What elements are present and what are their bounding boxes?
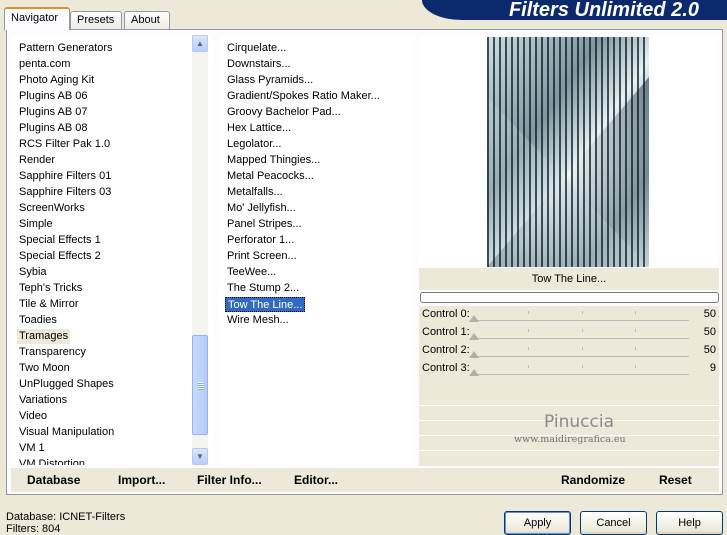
preview-area bbox=[419, 35, 719, 267]
filter-item[interactable]: Glass Pyramids... bbox=[225, 73, 315, 88]
slider-knob[interactable] bbox=[469, 369, 479, 376]
cancel-button[interactable]: Cancel bbox=[580, 511, 647, 535]
category-item[interactable]: Plugins AB 06 bbox=[17, 89, 90, 104]
apply-button[interactable]: Apply bbox=[504, 511, 571, 535]
filter-item[interactable]: Wire Mesh... bbox=[225, 313, 291, 328]
category-item[interactable]: Two Moon bbox=[17, 361, 72, 376]
watermark-name: Pinuccia bbox=[544, 412, 614, 432]
filter-list[interactable]: Cirquelate... Downstairs... Glass Pyramids… bbox=[219, 35, 415, 465]
progress-bar bbox=[420, 292, 719, 303]
scroll-thumb[interactable] bbox=[192, 335, 208, 435]
filter-info-button[interactable]: Filter Info... bbox=[197, 473, 262, 487]
category-item[interactable]: Plugins AB 07 bbox=[17, 105, 90, 120]
control-slider[interactable] bbox=[469, 329, 689, 340]
category-item[interactable]: Render bbox=[17, 153, 57, 168]
control-slider[interactable] bbox=[469, 365, 689, 376]
control-row: Control 0: 50 bbox=[419, 306, 719, 324]
filter-item[interactable]: Metal Peacocks... bbox=[225, 169, 316, 184]
category-item[interactable]: Special Effects 1 bbox=[17, 233, 103, 248]
control-value: 50 bbox=[703, 308, 716, 320]
help-button[interactable]: Help bbox=[656, 511, 723, 535]
empty-control-row bbox=[419, 392, 719, 406]
filter-item[interactable]: TeeWee... bbox=[225, 265, 278, 280]
watermark-url: www.maidiregrafica.eu bbox=[514, 434, 626, 445]
slider-knob[interactable] bbox=[469, 315, 479, 322]
category-item[interactable]: penta.com bbox=[17, 57, 72, 72]
slider-knob[interactable] bbox=[469, 351, 479, 358]
control-value: 50 bbox=[703, 326, 716, 338]
tab-presets[interactable]: Presets bbox=[70, 11, 122, 29]
filter-item[interactable]: Legolator... bbox=[225, 137, 283, 152]
tab-about[interactable]: About bbox=[124, 11, 170, 29]
control-row: Control 1: 50 bbox=[419, 324, 719, 342]
app-title-banner: Filters Unlimited 2.0 bbox=[422, 0, 727, 20]
category-item[interactable]: Toadies bbox=[17, 313, 59, 328]
category-item[interactable]: Pattern Generators bbox=[17, 41, 115, 56]
category-list[interactable]: Pattern Generators penta.com Photo Aging K… bbox=[11, 35, 213, 465]
filter-item[interactable]: Print Screen... bbox=[225, 249, 299, 264]
control-value: 9 bbox=[709, 362, 716, 374]
tab-navigator[interactable]: Navigator bbox=[4, 7, 70, 30]
category-item[interactable]: Transparency bbox=[17, 345, 88, 360]
reset-button[interactable]: Reset bbox=[659, 473, 692, 487]
database-button[interactable]: Database bbox=[27, 473, 80, 487]
control-label: Control 0: bbox=[422, 308, 470, 320]
list-actions-bar: Database Import... Filter Info... Editor… bbox=[11, 468, 419, 492]
filter-item[interactable]: Tow The Line... bbox=[225, 297, 306, 312]
control-slider[interactable] bbox=[469, 311, 689, 322]
category-item[interactable]: VM 1 bbox=[17, 441, 47, 456]
filter-item[interactable]: Cirquelate... bbox=[225, 41, 288, 56]
scroll-down-button[interactable]: ▼ bbox=[192, 448, 208, 465]
control-slider[interactable] bbox=[469, 347, 689, 358]
category-item[interactable]: Tramages bbox=[17, 329, 71, 344]
control-value: 50 bbox=[703, 344, 716, 356]
filter-item[interactable]: Groovy Bachelor Pad... bbox=[225, 105, 343, 120]
filter-item[interactable]: Hex Lattice... bbox=[225, 121, 293, 136]
status-database: Database: ICNET-Filters bbox=[6, 511, 126, 523]
control-row: Control 2: 50 bbox=[419, 342, 719, 360]
selected-filter-name: Tow The Line... bbox=[419, 268, 719, 290]
status-filters: Filters: 804 bbox=[6, 523, 61, 535]
category-item[interactable]: Teph's Tricks bbox=[17, 281, 84, 296]
editor-button[interactable]: Editor... bbox=[294, 473, 338, 487]
category-item[interactable]: Sapphire Filters 01 bbox=[17, 169, 113, 184]
category-scrollbar[interactable]: ▲ ▼ bbox=[192, 35, 208, 465]
category-item[interactable]: Sybia bbox=[17, 265, 49, 280]
filter-item[interactable]: Mapped Thingies... bbox=[225, 153, 322, 168]
control-label: Control 1: bbox=[422, 326, 470, 338]
control-label: Control 3: bbox=[422, 362, 470, 374]
category-item[interactable]: Plugins AB 08 bbox=[17, 121, 90, 136]
category-item[interactable]: Video bbox=[17, 409, 49, 424]
filter-item[interactable]: Metalfalls... bbox=[225, 185, 285, 200]
category-item[interactable]: RCS Filter Pak 1.0 bbox=[17, 137, 112, 152]
main-panel: Pattern Generators penta.com Photo Aging K… bbox=[6, 29, 723, 495]
category-item[interactable]: Sapphire Filters 03 bbox=[17, 185, 113, 200]
category-item[interactable]: Special Effects 2 bbox=[17, 249, 103, 264]
slider-knob[interactable] bbox=[469, 333, 479, 340]
filter-item[interactable]: Gradient/Spokes Ratio Maker... bbox=[225, 89, 382, 104]
control-actions-bar: Randomize Reset bbox=[419, 468, 719, 492]
grip-icon bbox=[198, 382, 204, 390]
preview-image bbox=[487, 37, 649, 267]
filter-item[interactable]: The Stump 2... bbox=[225, 281, 301, 296]
controls-panel: Pinuccia www.maidiregrafica.eu Control 0… bbox=[419, 306, 719, 466]
filter-item[interactable]: Perforator 1... bbox=[225, 233, 296, 248]
control-label: Control 2: bbox=[422, 344, 470, 356]
category-item[interactable]: UnPlugged Shapes bbox=[17, 377, 116, 392]
control-row: Control 3: 9 bbox=[419, 360, 719, 378]
category-item[interactable]: Visual Manipulation bbox=[17, 425, 116, 440]
scroll-up-button[interactable]: ▲ bbox=[192, 35, 208, 52]
category-item[interactable]: Tile & Mirror bbox=[17, 297, 80, 312]
filter-item[interactable]: Panel Stripes... bbox=[225, 217, 304, 232]
filter-item[interactable]: Mo' Jellyfish... bbox=[225, 201, 298, 216]
category-item[interactable]: Variations bbox=[17, 393, 69, 408]
category-item[interactable]: VM Distortion bbox=[17, 457, 87, 465]
category-item[interactable]: ScreenWorks bbox=[17, 201, 87, 216]
randomize-button[interactable]: Randomize bbox=[561, 473, 625, 487]
import-button[interactable]: Import... bbox=[118, 473, 165, 487]
filter-item[interactable]: Downstairs... bbox=[225, 57, 293, 72]
category-item[interactable]: Photo Aging Kit bbox=[17, 73, 96, 88]
category-item[interactable]: Simple bbox=[17, 217, 55, 232]
